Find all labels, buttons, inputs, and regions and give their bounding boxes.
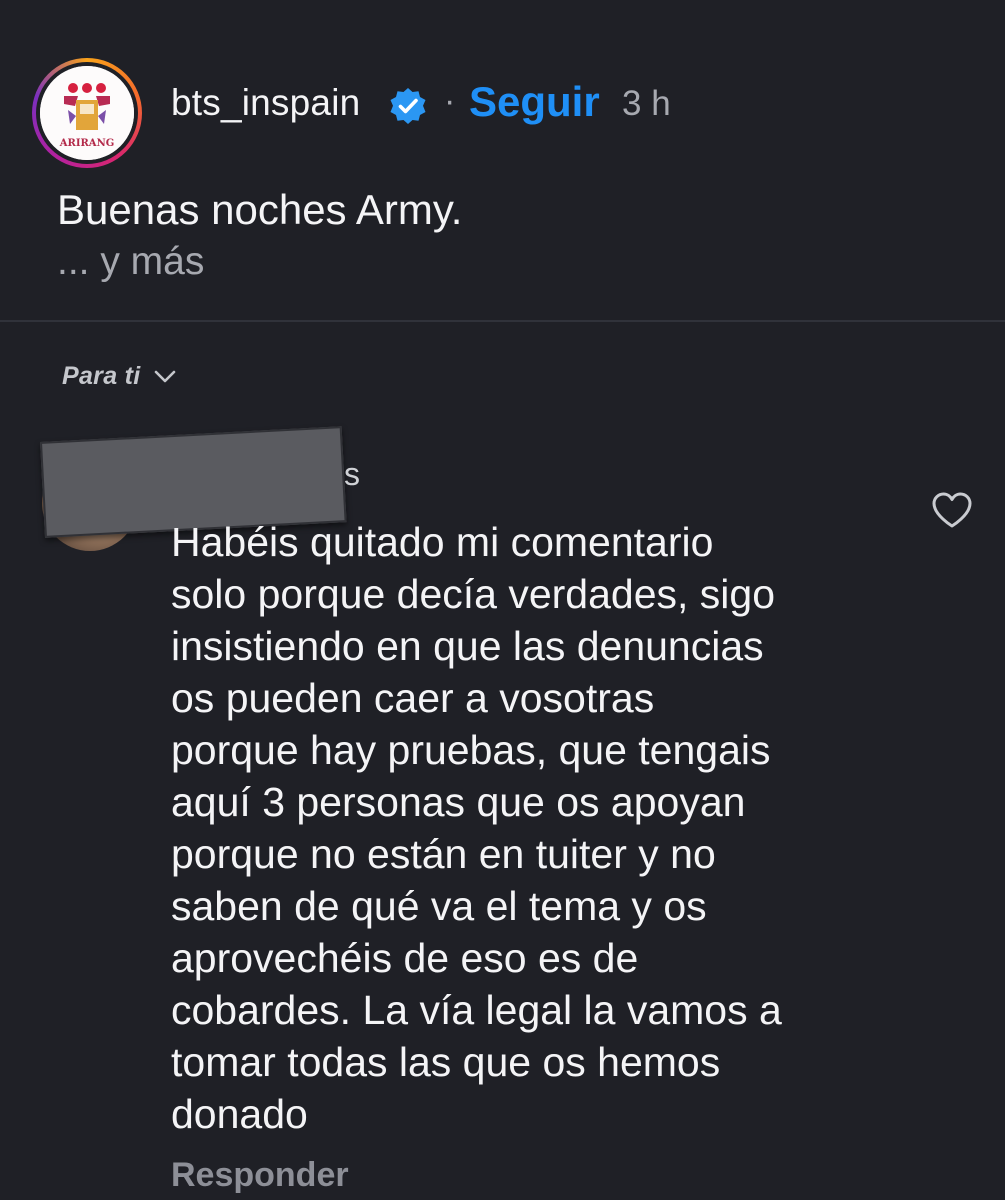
post-caption: Buenas noches Army. — [57, 186, 463, 233]
comment-sort-dropdown[interactable]: Para ti — [62, 362, 179, 391]
avatar-badge-text: ARIRANG — [59, 138, 115, 149]
comment-text: Habéis quitado mi comentario solo porque… — [171, 519, 782, 1137]
sort-label: Para ti — [62, 362, 141, 390]
post-timestamp: 3 h — [622, 84, 671, 123]
reply-button[interactable]: Responder — [171, 1156, 349, 1195]
see-more-link[interactable]: ... y más — [57, 240, 204, 284]
avatar-image: ARIRANG — [40, 66, 134, 160]
post-username[interactable]: bts_inspain — [171, 82, 360, 124]
follow-button[interactable]: Seguir — [469, 78, 600, 126]
arirang-logo: ARIRANG — [40, 66, 134, 160]
separator-dot: · — [444, 82, 456, 120]
commenter-username[interactable]: s — [344, 456, 360, 493]
comments-screen: ARIRANG bts_inspain · Seguir 3 h Buenas … — [0, 0, 1005, 1200]
post-author-avatar[interactable]: ARIRANG — [32, 58, 142, 168]
heart-icon[interactable] — [930, 490, 974, 530]
chevron-down-icon — [154, 370, 175, 382]
section-divider — [0, 320, 1005, 322]
verified-badge-icon — [390, 88, 426, 124]
